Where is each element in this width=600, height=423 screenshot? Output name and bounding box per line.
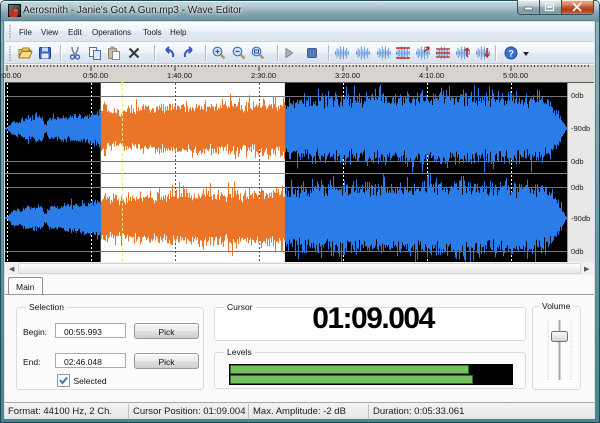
svg-text:?: ? (508, 49, 514, 60)
